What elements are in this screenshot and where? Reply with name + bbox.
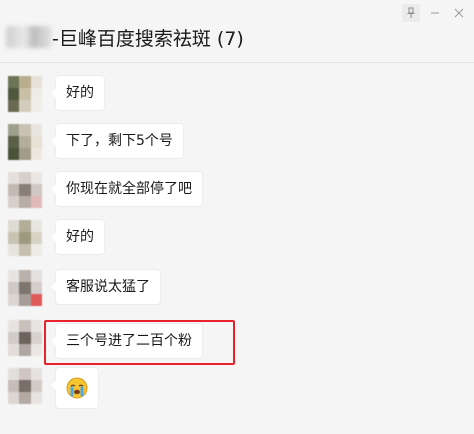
message-row: 好的: [0, 76, 474, 116]
pin-icon[interactable]: [402, 4, 420, 22]
avatar[interactable]: [8, 76, 42, 112]
message-bubble: [51, 368, 98, 408]
message-row: 你现在就全部停了吧: [0, 172, 474, 212]
avatar[interactable]: [8, 172, 42, 208]
message-bubble: 客服说太猛了: [51, 270, 160, 304]
message-row: [0, 368, 474, 408]
avatar[interactable]: [8, 124, 42, 160]
avatar[interactable]: [8, 270, 42, 306]
crying-face-emoji: [66, 377, 88, 399]
message-bubble: 下了，剩下5个号: [51, 124, 183, 158]
blurred-contact-name: [6, 26, 52, 48]
message-row: 客服说太猛了: [0, 270, 474, 310]
message-row: 好的: [0, 220, 474, 260]
avatar[interactable]: [8, 220, 42, 256]
chat-title: -巨峰百度搜索祛斑 (7): [52, 28, 244, 50]
message-bubble: 好的: [51, 220, 104, 254]
highlight-box: [44, 320, 235, 365]
message-bubble: 你现在就全部停了吧: [51, 172, 202, 206]
close-icon[interactable]: [450, 4, 468, 22]
message-row: 下了，剩下5个号: [0, 124, 474, 164]
avatar[interactable]: [8, 368, 42, 404]
minimize-icon[interactable]: [426, 4, 444, 22]
chat-header: -巨峰百度搜索祛斑 (7): [0, 0, 474, 63]
message-bubble: 好的: [51, 76, 104, 110]
avatar[interactable]: [8, 320, 42, 356]
